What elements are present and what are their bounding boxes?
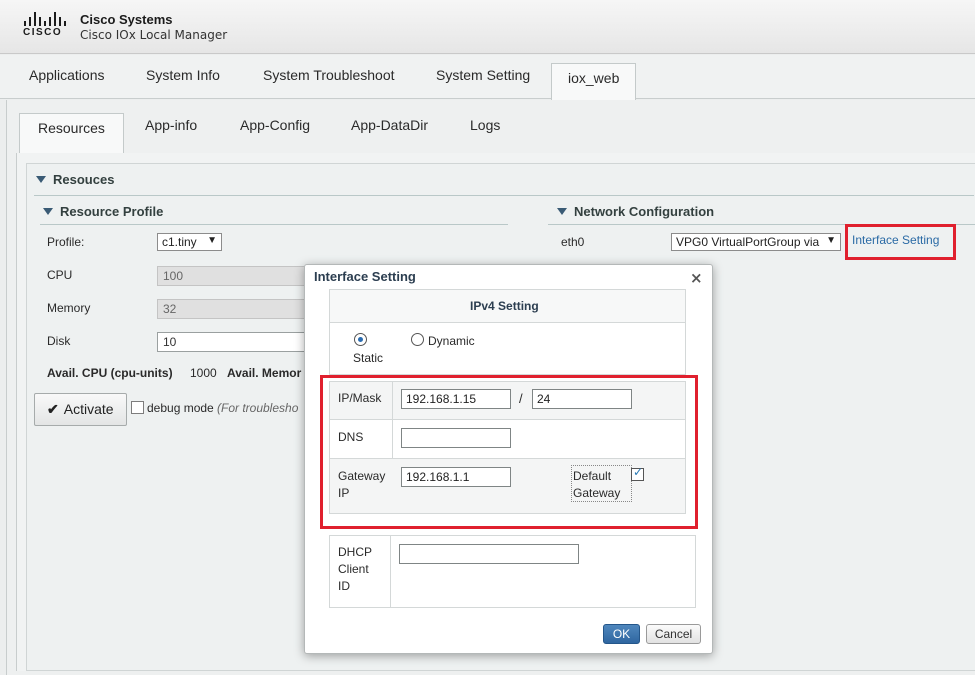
debug-mode-label: debug mode — [147, 401, 214, 415]
disk-field[interactable]: 10 — [157, 332, 307, 352]
memory-field[interactable]: 32 — [157, 299, 307, 319]
dhcp-client-id-input[interactable] — [399, 544, 579, 564]
tab-system-info[interactable]: System Info — [146, 67, 220, 83]
ip-mode-row — [329, 323, 686, 375]
dropdown-arrow-icon: ▼ — [207, 235, 217, 246]
tab-logs[interactable]: Logs — [470, 117, 500, 133]
collapse-triangle-icon — [43, 208, 53, 215]
tab-applications[interactable]: Applications — [29, 67, 105, 83]
profile-label: Profile: — [47, 235, 85, 249]
app-header — [0, 0, 975, 54]
dropdown-arrow-icon: ▼ — [824, 235, 836, 246]
close-icon[interactable]: × — [690, 269, 703, 287]
cpu-field[interactable]: 100 — [157, 266, 307, 286]
resource-profile-header[interactable]: Resource Profile — [43, 204, 163, 219]
dialog-title: Interface Setting — [314, 269, 416, 284]
avail-cpu-label: Avail. CPU (cpu-units) — [47, 366, 173, 380]
activate-button[interactable]: ✔ Activate — [34, 393, 127, 426]
top-nav: Applications System Info System Troubles… — [0, 55, 975, 100]
resources-section-header[interactable]: Resouces — [36, 172, 114, 187]
column-divider — [390, 535, 391, 608]
dhcp-label-line2: Client — [338, 562, 369, 576]
static-label: Static — [353, 351, 384, 365]
debug-mode-checkbox[interactable] — [131, 401, 144, 414]
dhcp-label-line3: ID — [338, 579, 350, 593]
avail-memory-label: Avail. Memor — [227, 366, 302, 380]
virtual-port-group-select[interactable]: VPG0 VirtualPortGroup via ▼ — [671, 233, 841, 251]
highlight-box-interface-setting — [845, 224, 956, 260]
profile-select[interactable]: c1.tiny ▼ — [157, 233, 222, 251]
highlight-box-ipv4-fields — [320, 375, 698, 529]
eth0-label: eth0 — [561, 235, 585, 249]
cancel-button[interactable]: Cancel — [646, 624, 701, 644]
memory-label: Memory — [47, 301, 91, 315]
static-radio[interactable] — [354, 333, 367, 346]
product-name: Cisco IOx Local Manager — [80, 28, 228, 42]
dynamic-radio[interactable] — [411, 333, 424, 346]
tab-system-troubleshoot[interactable]: System Troubleshoot — [263, 67, 395, 83]
brand-name: Cisco Systems — [80, 12, 173, 27]
tab-app-info[interactable]: App-info — [145, 117, 197, 133]
dhcp-label-line1: DHCP — [338, 545, 373, 559]
disk-label: Disk — [47, 334, 71, 348]
ipv4-setting-title: IPv4 Setting — [470, 299, 539, 313]
tab-system-setting[interactable]: System Setting — [436, 67, 530, 83]
tab-iox-web[interactable]: iox_web — [551, 63, 637, 100]
tab-app-datadir[interactable]: App-DataDir — [351, 117, 428, 133]
tab-resources[interactable]: Resources — [19, 113, 124, 153]
cpu-label: CPU — [47, 268, 73, 282]
checkmark-icon: ✔ — [47, 401, 59, 417]
ok-button[interactable]: OK — [603, 624, 640, 644]
network-config-header[interactable]: Network Configuration — [557, 204, 714, 219]
cisco-logo: CISCO — [22, 12, 72, 38]
tab-app-config[interactable]: App-Config — [240, 117, 310, 133]
divider — [40, 224, 508, 225]
collapse-triangle-icon — [36, 176, 46, 183]
dynamic-label: Dynamic — [428, 334, 475, 348]
debug-mode-hint: (For troublesho — [217, 401, 299, 415]
avail-cpu-value: 1000 — [190, 366, 217, 380]
divider — [34, 195, 974, 196]
collapse-triangle-icon — [557, 208, 567, 215]
